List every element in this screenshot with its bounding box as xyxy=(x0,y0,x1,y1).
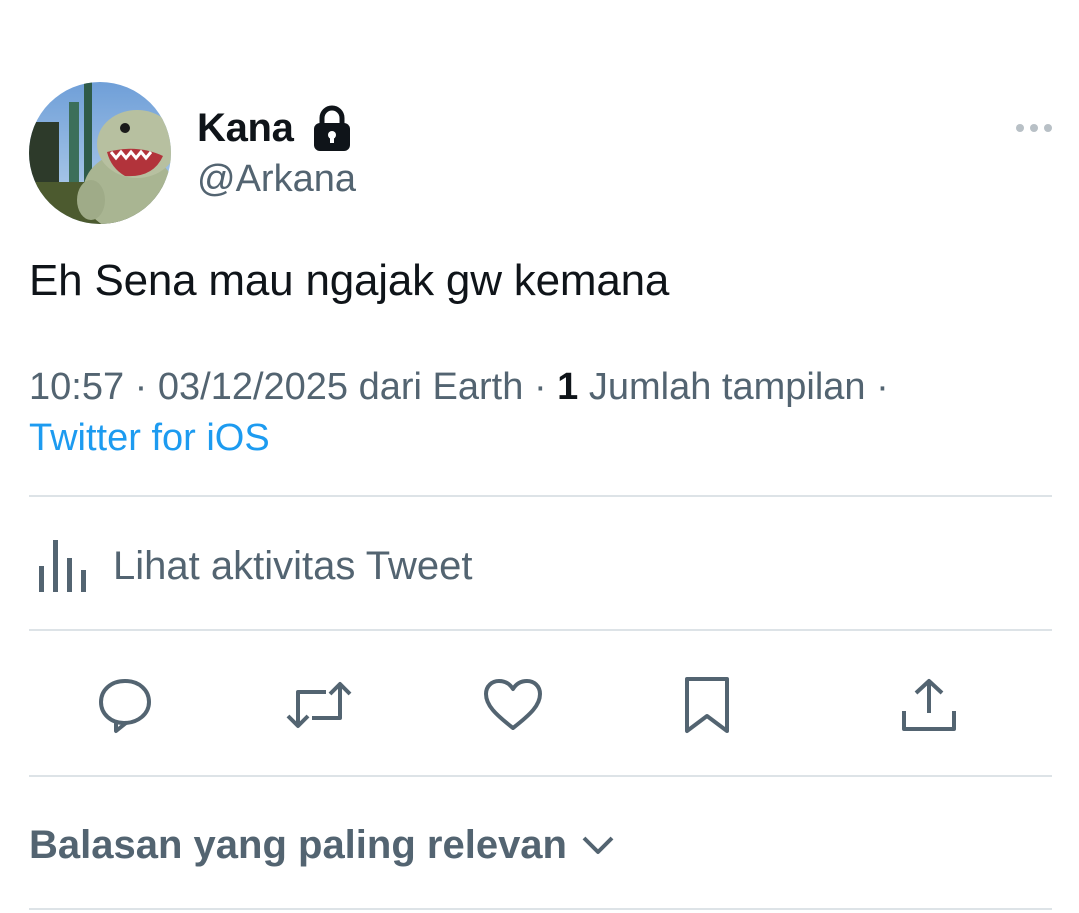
share-button[interactable] xyxy=(896,672,962,738)
reply-sort-label: Balasan yang paling relevan xyxy=(29,822,567,867)
views-label: Jumlah tampilan xyxy=(588,366,866,408)
reply-sort-selector[interactable]: Balasan yang paling relevan xyxy=(29,816,615,874)
heart-icon xyxy=(483,678,543,732)
lock-icon xyxy=(312,104,352,152)
bar-chart-icon xyxy=(37,538,89,594)
meta-separator: · xyxy=(533,366,547,408)
author-name-row: Kana xyxy=(197,100,352,156)
bookmark-icon xyxy=(682,676,732,734)
tweet-source-link[interactable]: Twitter for iOS xyxy=(29,417,270,460)
reply-icon xyxy=(96,676,154,734)
reply-button[interactable] xyxy=(92,672,158,738)
tweet-text: Eh Sena mau ngajak gw kemana xyxy=(29,256,670,305)
divider xyxy=(29,775,1052,777)
meta-separator: · xyxy=(134,366,148,408)
tweet-date[interactable]: 03/12/2025 xyxy=(158,366,348,408)
view-tweet-activity[interactable]: Lihat aktivitas Tweet xyxy=(29,534,472,598)
more-icon[interactable] xyxy=(1012,116,1056,140)
retweet-button[interactable] xyxy=(286,672,352,738)
tweet-location: dari Earth xyxy=(358,366,524,408)
share-icon xyxy=(900,677,958,733)
display-name[interactable]: Kana xyxy=(197,106,294,151)
activity-label: Lihat aktivitas Tweet xyxy=(113,543,473,588)
tweet-time[interactable]: 10:57 xyxy=(29,366,124,408)
like-button[interactable] xyxy=(480,672,546,738)
chevron-down-icon xyxy=(581,834,615,856)
views-count: 1 xyxy=(557,366,579,408)
retweet-icon xyxy=(286,680,352,730)
divider xyxy=(29,495,1052,497)
divider xyxy=(29,629,1052,631)
bookmark-button[interactable] xyxy=(674,672,740,738)
tweet-meta: 10:57 · 03/12/2025 dari Earth · 1 Jumlah… xyxy=(29,366,889,409)
meta-separator: · xyxy=(876,366,889,408)
user-handle[interactable]: @Arkana xyxy=(197,158,356,201)
divider xyxy=(29,908,1052,910)
avatar[interactable] xyxy=(29,82,171,224)
